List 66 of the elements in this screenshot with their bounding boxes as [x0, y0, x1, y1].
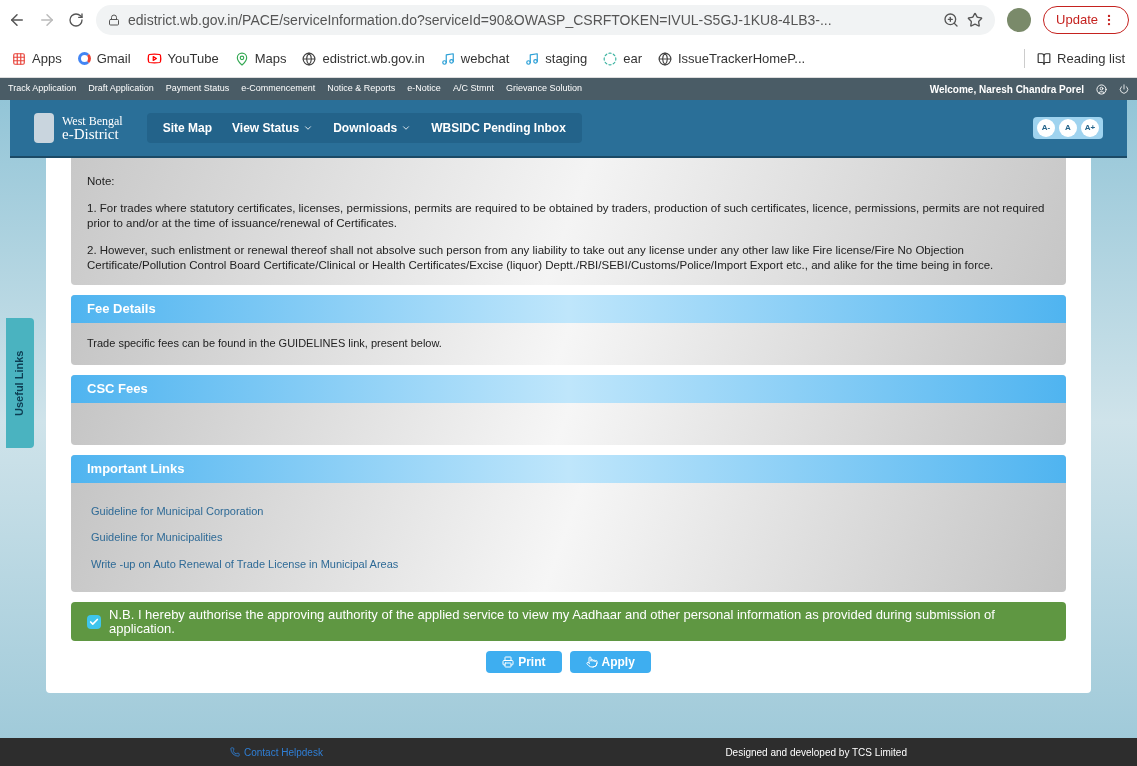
- phone-icon: [230, 747, 240, 757]
- top-nav-link[interactable]: Notice & Reports: [327, 82, 396, 96]
- bookmark[interactable]: edistrict.wb.gov.in: [302, 48, 425, 69]
- top-nav-link[interactable]: e-Notice: [407, 82, 441, 96]
- map-pin-icon: [234, 51, 249, 66]
- footer-credit: Designed and developed by TCS Limited: [725, 745, 907, 760]
- profile-avatar[interactable]: [1007, 8, 1032, 32]
- menu-item[interactable]: View Status: [232, 119, 314, 137]
- reload-icon[interactable]: [68, 12, 84, 28]
- bookmark[interactable]: IssueTrackerHomeP...: [658, 48, 806, 69]
- bookmark[interactable]: YouTube: [146, 48, 219, 69]
- consent-text: N.B. I hereby authorise the approving authority of the applied service to view my Aadhaar and other personal information as provided during submission of application.: [109, 608, 996, 636]
- top-nav-link[interactable]: Payment Status: [165, 82, 230, 96]
- star-icon[interactable]: [967, 12, 984, 28]
- menu-item[interactable]: Downloads: [333, 119, 412, 137]
- welcome-text: Welcome, Naresh Chandra Porel: [929, 82, 1084, 97]
- guideline-link[interactable]: Guideline for Municipalities: [91, 529, 1046, 546]
- printer-icon: [502, 656, 515, 669]
- font-size-button[interactable]: A: [1059, 119, 1077, 137]
- caret-icon: [303, 123, 314, 133]
- guideline-link[interactable]: Guideline for Municipal Corporation: [91, 502, 1046, 520]
- menu-item[interactable]: WBSIDC Pending Inbox: [431, 119, 566, 137]
- url-text: edistrict.wb.gov.in/PACE/serviceInformation.do?serviceId=90&OWASP_CSRFTOKEN=IVUL-S5GJ-1KU8-4LB3-...: [128, 10, 833, 30]
- address-bar[interactable]: edistrict.wb.gov.in/PACE/serviceInformation.do?serviceId=90&OWASP_CSRFTOKEN=IVUL-S5GJ-1KU8-4LB3-...: [96, 5, 996, 35]
- bookmark[interactable]: webchat: [440, 48, 510, 69]
- bookmark[interactable]: Apps: [12, 48, 62, 69]
- section-text: Trade specific fees can be found in the GUIDELINES link, present below.: [87, 336, 442, 352]
- bookmark[interactable]: Gmail: [77, 48, 131, 69]
- zoom-icon[interactable]: [943, 12, 960, 28]
- power-icon[interactable]: [1119, 84, 1129, 94]
- check-icon: [89, 616, 99, 627]
- logo-subtitle: e-District: [62, 126, 119, 142]
- note-paragraph: 2. However, such enlistment or renewal thereof shall not absolve such person from any liability to take out any license under any other law like Fire license/Fire No Objection Certificate/Pollution Control Board Certificate/Clinical or Health Certificates/Excise (liquor) Deptt./RBI/SEBI/Customs/Police/Import Export etc., and alike for the time being in force.: [87, 242, 995, 273]
- consent-checkbox[interactable]: [87, 614, 101, 629]
- play-icon: [146, 51, 162, 66]
- bookmark[interactable]: staging: [525, 48, 588, 69]
- top-nav-link[interactable]: Track Application: [8, 82, 77, 96]
- globe-icon: [658, 51, 672, 66]
- font-size-button[interactable]: A-: [1037, 119, 1055, 137]
- guideline-link[interactable]: Write -up on Auto Renewal of Trade License in Municipal Areas: [91, 555, 1046, 573]
- font-size-button[interactable]: A+: [1081, 119, 1099, 137]
- section-title: Fee Details: [87, 299, 156, 318]
- bookmark[interactable]: Maps: [234, 48, 287, 69]
- menu-item[interactable]: Site Map: [162, 119, 213, 137]
- bookmark[interactable]: ear: [603, 48, 642, 69]
- top-nav-link[interactable]: e-Commencement: [241, 82, 316, 96]
- globe-icon: [302, 51, 317, 66]
- user-icon[interactable]: [1096, 83, 1107, 95]
- note-icon: [440, 51, 455, 66]
- top-nav-link[interactable]: Draft Application: [88, 82, 154, 96]
- apps-icon: [12, 51, 26, 66]
- reading-list-button[interactable]: Reading list: [1024, 48, 1125, 69]
- reading-list-icon: [1037, 51, 1052, 66]
- lock-icon: [108, 14, 120, 26]
- note-title: Note:: [87, 174, 116, 189]
- section-title: Important Links: [87, 459, 185, 478]
- back-icon[interactable]: [8, 11, 26, 29]
- top-nav-link[interactable]: Grievance Solution: [505, 82, 582, 96]
- pointing-hand-icon: [585, 656, 598, 669]
- logo-title: West Bengal: [62, 114, 123, 127]
- useful-links-tab[interactable]: Useful Links: [6, 318, 34, 448]
- top-nav-link[interactable]: A/C Stmnt: [452, 82, 494, 96]
- note-paragraph: 1. For trades where statutory certificates, licenses, permissions, permits are required to be obtained by traders, production of such certificates, licence, permissions, permits are not required prior to and/or at the time of issuance/renewal of Certificates.: [87, 200, 1046, 231]
- section-title: CSC Fees: [87, 379, 148, 398]
- note-icon: [525, 51, 540, 66]
- caret-icon: [401, 123, 412, 133]
